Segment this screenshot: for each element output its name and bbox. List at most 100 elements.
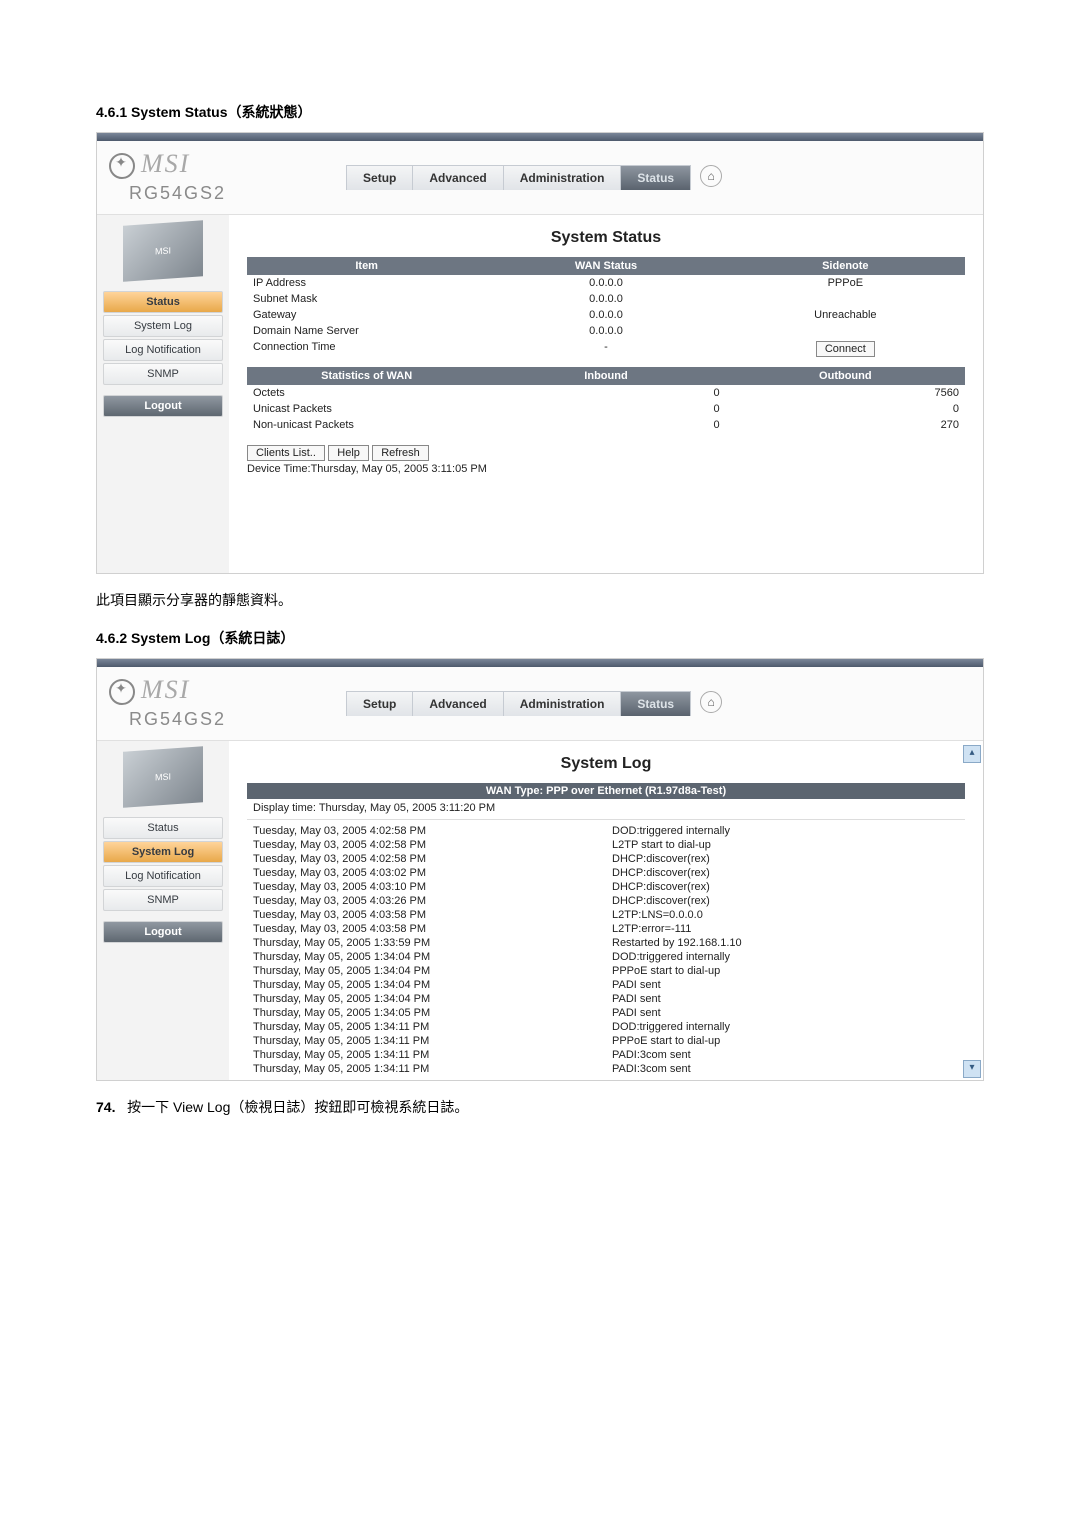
log-message: PADI:3com sent <box>606 1062 965 1076</box>
log-message: PPPoE start to dial-up <box>606 1034 965 1048</box>
log-timestamp: Tuesday, May 03, 2005 4:03:58 PM <box>247 922 606 936</box>
log-entry: Thursday, May 05, 2005 1:34:05 PMPADI se… <box>247 1006 965 1020</box>
main-tabs: Setup Advanced Administration Status ⌂ <box>346 691 722 716</box>
log-message: DHCP:discover(rex) <box>606 852 965 866</box>
clients-list-button[interactable]: Clients List.. <box>247 445 325 461</box>
log-entry: Thursday, May 05, 2005 1:34:04 PMPADI se… <box>247 992 965 1006</box>
table-row: Connection Time-Connect <box>247 339 965 359</box>
col-wan-status: WAN Status <box>486 257 725 275</box>
sidebar-item-status[interactable]: Status <box>103 817 223 839</box>
connect-button[interactable]: Connect <box>816 341 875 357</box>
screenshot-system-status: ✦MSI RG54GS2 Setup Advanced Administrati… <box>96 132 984 574</box>
footer-number: 74. <box>96 1099 115 1115</box>
sidebar-item-system-log[interactable]: System Log <box>103 841 223 863</box>
scroll-up-icon[interactable]: ▴ <box>963 745 981 763</box>
scroll-down-icon[interactable]: ▾ <box>963 1060 981 1078</box>
sec-no: 4.6.2 System Log <box>96 630 210 646</box>
display-time-label: Display time: Thursday, May 05, 2005 3:1… <box>247 799 965 817</box>
main-content: System Status Item WAN Status Sidenote I… <box>229 215 983 573</box>
log-message: DOD:triggered internally <box>606 1020 965 1034</box>
log-timestamp: Tuesday, May 03, 2005 4:03:26 PM <box>247 894 606 908</box>
tab-setup[interactable]: Setup <box>346 691 413 716</box>
col-item: Item <box>247 257 486 275</box>
stats-table-header: Statistics of WAN Inbound Outbound <box>247 367 965 385</box>
sidebar-item-status[interactable]: Status <box>103 291 223 313</box>
log-entry: Thursday, May 05, 2005 1:34:04 PMPADI se… <box>247 978 965 992</box>
home-icon[interactable]: ⌂ <box>700 165 722 187</box>
log-message: DHCP:discover(rex) <box>606 894 965 908</box>
brand-logo: ✦MSI <box>109 675 226 705</box>
sidebar-item-snmp[interactable]: SNMP <box>103 363 223 385</box>
table-row: Octets07560 <box>247 385 965 401</box>
sidebar-item-log-notification[interactable]: Log Notification <box>103 865 223 887</box>
log-entry: Thursday, May 05, 2005 1:34:04 PMPPPoE s… <box>247 964 965 978</box>
table-row: Unicast Packets00 <box>247 401 965 417</box>
log-timestamp: Tuesday, May 03, 2005 4:03:58 PM <box>247 908 606 922</box>
wan-table-header: Item WAN Status Sidenote <box>247 257 965 275</box>
window-titlebar <box>97 659 983 667</box>
log-entry: Thursday, May 05, 2005 1:34:11 PMDOD:tri… <box>247 1020 965 1034</box>
caption-1: 此項目顯示分享器的靜態資料。 <box>96 590 984 610</box>
model-label: RG54GS2 <box>129 709 226 730</box>
col-sidenote: Sidenote <box>726 257 965 275</box>
tab-status[interactable]: Status <box>620 165 691 190</box>
brand-logo: ✦MSI <box>109 149 226 179</box>
logo-icon: ✦ <box>109 679 135 705</box>
logo-icon: ✦ <box>109 153 135 179</box>
tab-advanced[interactable]: Advanced <box>412 691 503 716</box>
sidebar-item-system-log[interactable]: System Log <box>103 315 223 337</box>
log-entry: Tuesday, May 03, 2005 4:03:58 PML2TP:err… <box>247 922 965 936</box>
sidebar-item-logout[interactable]: Logout <box>103 395 223 417</box>
log-timestamp: Thursday, May 05, 2005 1:34:04 PM <box>247 964 606 978</box>
page-title: System Log <box>247 755 965 773</box>
log-timestamp: Tuesday, May 03, 2005 4:02:58 PM <box>247 838 606 852</box>
log-timestamp: Thursday, May 05, 2005 1:34:05 PM <box>247 1006 606 1020</box>
table-row: Non-unicast Packets0270 <box>247 417 965 433</box>
log-timestamp: Tuesday, May 03, 2005 4:03:10 PM <box>247 880 606 894</box>
tab-advanced[interactable]: Advanced <box>412 165 503 190</box>
log-entry: Tuesday, May 03, 2005 4:02:58 PMDOD:trig… <box>247 824 965 838</box>
log-message: L2TP:LNS=0.0.0.0 <box>606 908 965 922</box>
help-button[interactable]: Help <box>328 445 369 461</box>
refresh-button[interactable]: Refresh <box>372 445 429 461</box>
table-row: IP Address0.0.0.0PPPoE <box>247 275 965 291</box>
log-entry: Tuesday, May 03, 2005 4:03:02 PMDHCP:dis… <box>247 866 965 880</box>
log-timestamp: Thursday, May 05, 2005 1:34:11 PM <box>247 1048 606 1062</box>
log-message: PPPoE start to dial-up <box>606 964 965 978</box>
footer-line: 74. 按一下 View Log（檢視日誌）按鈕即可檢視系統日誌。 <box>96 1097 984 1117</box>
log-message: L2TP:error=-111 <box>606 922 965 936</box>
log-message: DHCP:discover(rex) <box>606 866 965 880</box>
log-timestamp: Thursday, May 05, 2005 1:34:11 PM <box>247 1020 606 1034</box>
tab-status[interactable]: Status <box>620 691 691 716</box>
home-icon[interactable]: ⌂ <box>700 691 722 713</box>
tab-setup[interactable]: Setup <box>346 165 413 190</box>
sidebar-item-logout[interactable]: Logout <box>103 921 223 943</box>
log-timestamp: Thursday, May 05, 2005 1:34:04 PM <box>247 950 606 964</box>
log-message: Restarted by 192.168.1.10 <box>606 936 965 950</box>
log-message: PADI sent <box>606 978 965 992</box>
product-image: MSI <box>123 220 203 282</box>
log-timestamp: Tuesday, May 03, 2005 4:03:02 PM <box>247 866 606 880</box>
log-timestamp: Thursday, May 05, 2005 1:34:04 PM <box>247 978 606 992</box>
sec-no: 4.6.1 System Status <box>96 104 228 120</box>
device-time-label: Device Time:Thursday, May 05, 2005 3:11:… <box>247 463 965 475</box>
screenshot-system-log: ✦MSI RG54GS2 Setup Advanced Administrati… <box>96 658 984 1081</box>
log-entry: Tuesday, May 03, 2005 4:03:10 PMDHCP:dis… <box>247 880 965 894</box>
sec-cn: （系統狀態） <box>228 104 312 120</box>
sidebar-item-log-notification[interactable]: Log Notification <box>103 339 223 361</box>
sidebar-item-snmp[interactable]: SNMP <box>103 889 223 911</box>
col-stats-wan: Statistics of WAN <box>247 367 486 385</box>
log-message: DOD:triggered internally <box>606 950 965 964</box>
tab-administration[interactable]: Administration <box>503 165 622 190</box>
tab-administration[interactable]: Administration <box>503 691 622 716</box>
table-row: Domain Name Server0.0.0.0 <box>247 323 965 339</box>
sec-cn: （系統日誌） <box>210 630 294 646</box>
table-row: Gateway0.0.0.0Unreachable <box>247 307 965 323</box>
sidebar: MSI Status System Log Log Notification S… <box>97 215 229 573</box>
log-message: L2TP start to dial-up <box>606 838 965 852</box>
col-outbound: Outbound <box>726 367 965 385</box>
window-titlebar <box>97 133 983 141</box>
log-entry: Thursday, May 05, 2005 1:34:04 PMDOD:tri… <box>247 950 965 964</box>
log-entry: Tuesday, May 03, 2005 4:03:58 PML2TP:LNS… <box>247 908 965 922</box>
product-image: MSI <box>123 746 203 808</box>
